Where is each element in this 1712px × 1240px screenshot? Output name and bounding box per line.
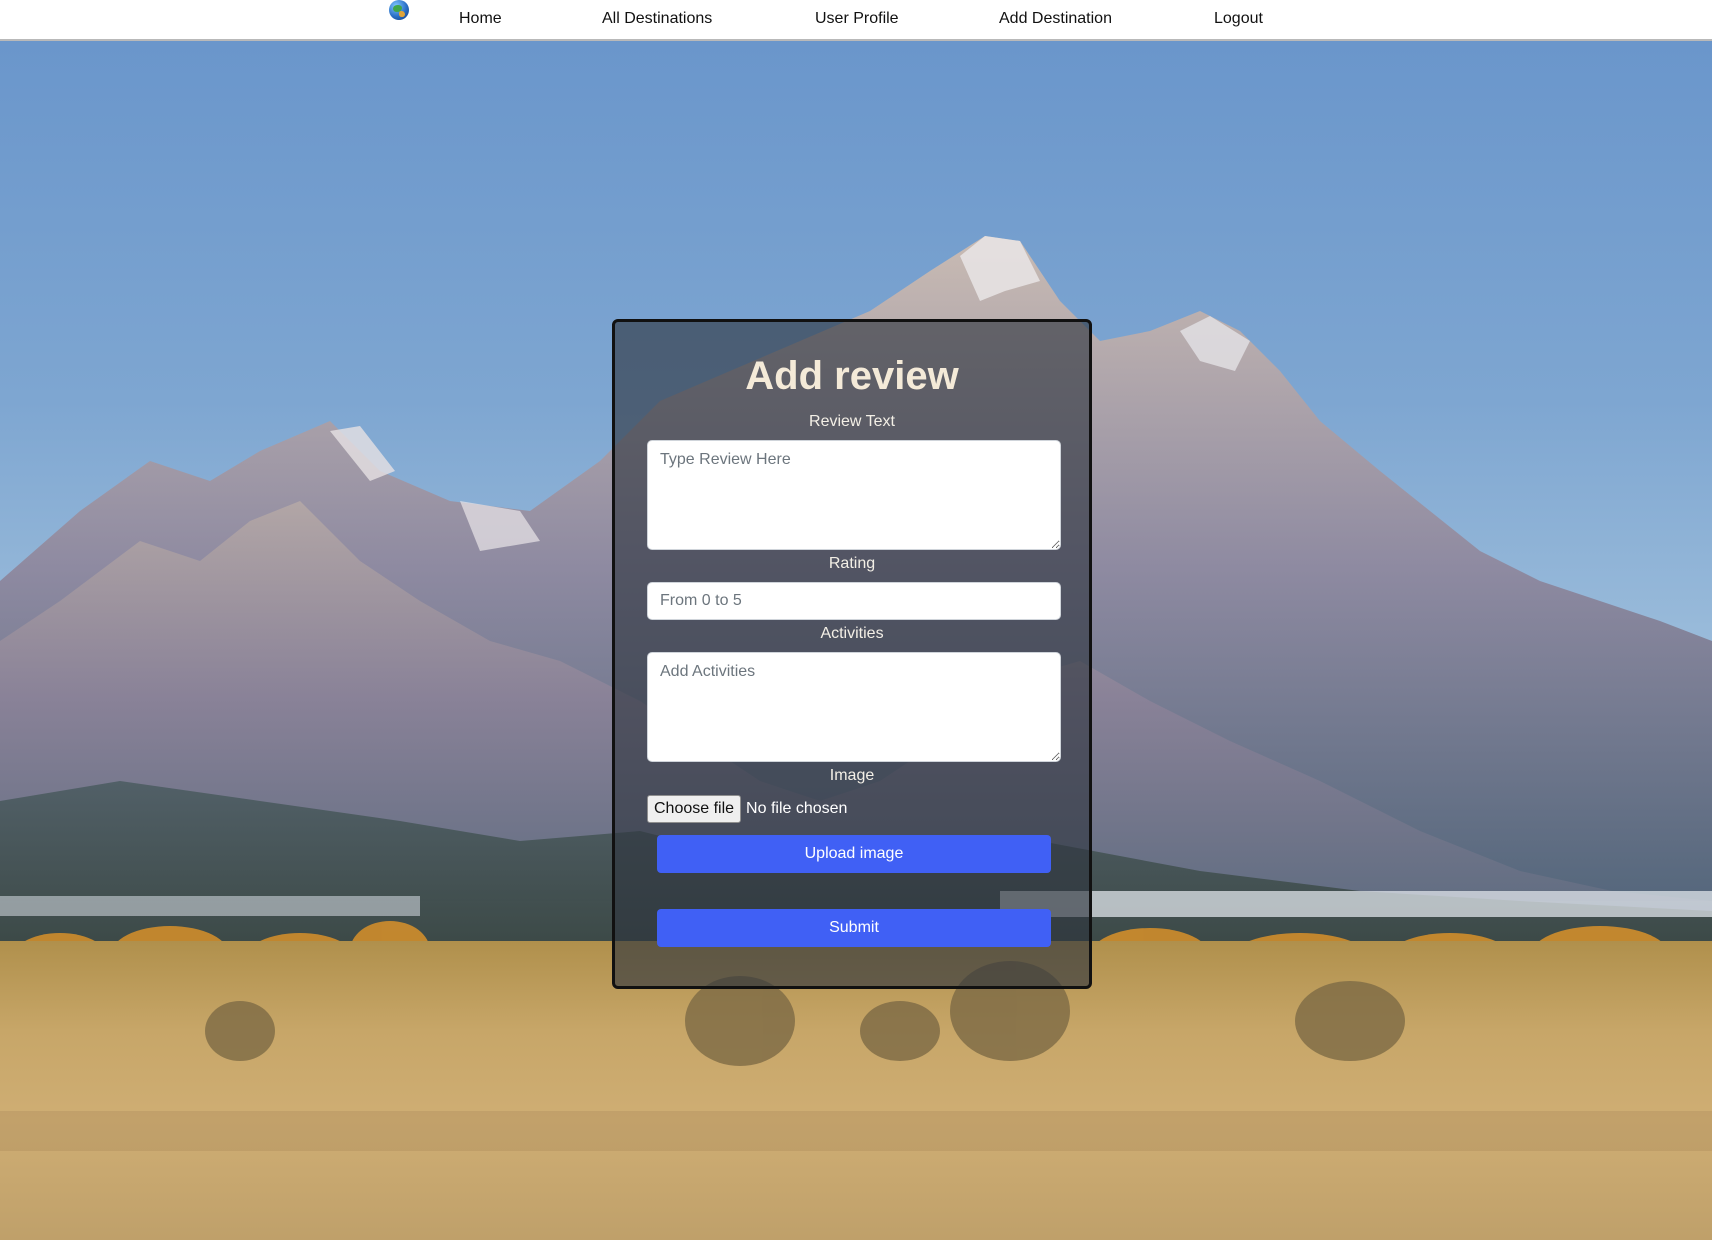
activities-input[interactable] bbox=[647, 652, 1061, 762]
nav-logout-link[interactable]: Logout bbox=[1214, 10, 1263, 28]
rating-input[interactable] bbox=[647, 582, 1061, 620]
add-review-form: Add review Review Text Rating Activities… bbox=[612, 319, 1092, 989]
activities-label: Activities bbox=[820, 625, 884, 642]
nav-add-destination-link[interactable]: Add Destination bbox=[999, 10, 1112, 28]
file-picker: Choose file No file chosen bbox=[647, 795, 847, 823]
review-text-label: Review Text bbox=[809, 413, 895, 430]
nav-all-destinations-link[interactable]: All Destinations bbox=[602, 10, 712, 28]
form-title: Add review bbox=[745, 354, 959, 398]
nav-home-link[interactable]: Home bbox=[459, 10, 502, 28]
review-text-input[interactable] bbox=[647, 440, 1061, 550]
globe-icon[interactable] bbox=[389, 0, 409, 20]
choose-file-button[interactable]: Choose file bbox=[647, 795, 742, 823]
upload-image-button[interactable]: Upload image bbox=[657, 835, 1051, 873]
image-label: Image bbox=[829, 767, 875, 784]
nav-user-profile-link[interactable]: User Profile bbox=[815, 10, 899, 28]
top-navbar: Home All Destinations User Profile Add D… bbox=[0, 0, 1712, 41]
file-status-text: No file chosen bbox=[746, 800, 848, 817]
rating-label: Rating bbox=[828, 555, 876, 572]
submit-button[interactable]: Submit bbox=[657, 909, 1051, 947]
